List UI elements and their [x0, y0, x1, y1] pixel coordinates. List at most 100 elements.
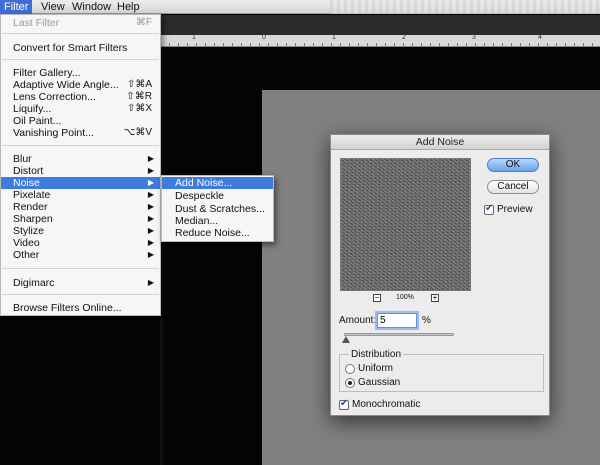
menu-item-filter-gallery[interactable]: Filter Gallery...: [1, 67, 160, 79]
submenu-arrow-icon: ▶: [147, 238, 154, 247]
menu-item-label: Oil Paint...: [13, 115, 62, 127]
menu-item-lens-correction[interactable]: Lens Correction... ⇧⌘R: [1, 91, 160, 103]
ruler-tick: 1: [192, 34, 196, 41]
menu-item-label: Render: [13, 201, 48, 213]
menu-window[interactable]: Window: [68, 0, 115, 14]
menu-view[interactable]: View: [37, 0, 69, 14]
menu-separator: [2, 59, 159, 60]
preview-label: Preview: [497, 204, 533, 215]
uniform-radio[interactable]: [345, 364, 355, 374]
menu-separator: [2, 294, 159, 295]
menu-filter[interactable]: Filter: [0, 0, 33, 14]
gaussian-label: Gaussian: [358, 377, 401, 388]
menu-item-blur[interactable]: Blur ▶: [1, 153, 160, 165]
filter-menu: Last Filter ⌘F Convert for Smart Filters…: [0, 14, 161, 316]
submenu-arrow-icon: ▶: [147, 250, 154, 259]
ok-button[interactable]: OK: [487, 158, 539, 172]
dialog-title[interactable]: Add Noise: [331, 135, 549, 150]
submenu-arrow-icon: ▶: [147, 214, 154, 223]
menu-item-label: Blur: [13, 153, 32, 165]
menu-item-other[interactable]: Other ▶: [1, 249, 160, 261]
amount-slider[interactable]: [344, 333, 454, 336]
add-noise-dialog: Add Noise − 100% + OK Cancel Preview Amo…: [330, 134, 550, 416]
gaussian-radio[interactable]: [345, 378, 355, 388]
menu-item-noise[interactable]: Noise ▶: [1, 177, 160, 189]
submenu-arrow-icon: ▶: [147, 154, 154, 163]
distribution-label: Distribution: [349, 349, 404, 360]
amount-label: Amount:: [339, 315, 377, 326]
ruler-tick: 1: [332, 34, 336, 41]
submenu-item-dust-scratches[interactable]: Dust & Scratches...: [162, 203, 273, 215]
ruler-tick: 3: [472, 34, 476, 41]
shortcut-label: ⌥⌘V: [123, 127, 152, 138]
menu-item-sharpen[interactable]: Sharpen ▶: [1, 213, 160, 225]
menu-item-label: Stylize: [13, 225, 44, 237]
noise-preview[interactable]: [340, 158, 471, 291]
menu-item-oil-paint[interactable]: Oil Paint...: [1, 115, 160, 127]
zoom-in-button[interactable]: +: [431, 294, 439, 302]
menu-item-distort[interactable]: Distort ▶: [1, 165, 160, 177]
menu-item-browse-filters-online[interactable]: Browse Filters Online...: [1, 302, 160, 314]
menu-separator: [2, 145, 159, 146]
horizontal-ruler: 1 0 1 2 3 4: [160, 34, 600, 47]
menu-item-adaptive-wide-angle[interactable]: Adaptive Wide Angle... ⇧⌘A: [1, 79, 160, 91]
menu-item-liquify[interactable]: Liquify... ⇧⌘X: [1, 103, 160, 115]
cancel-button[interactable]: Cancel: [487, 180, 539, 194]
menu-help[interactable]: Help: [113, 0, 144, 14]
menu-item-label: Other: [13, 249, 40, 261]
menu-item-label: Vanishing Point...: [13, 127, 94, 139]
menu-item-label: Distort: [13, 165, 44, 177]
menu-item-label: Liquify...: [13, 103, 52, 115]
submenu-item-reduce-noise[interactable]: Reduce Noise...: [162, 227, 273, 239]
menu-item-stylize[interactable]: Stylize ▶: [1, 225, 160, 237]
submenu-arrow-icon: ▶: [147, 178, 154, 187]
amount-input[interactable]: 5: [377, 313, 417, 328]
menubar-background: [330, 0, 600, 14]
shortcut-label: ⌘F: [135, 17, 152, 28]
submenu-arrow-icon: ▶: [147, 226, 154, 235]
menu-item-label: Video: [13, 237, 40, 249]
menu-item-label: Digimarc: [13, 277, 55, 289]
menu-separator: [2, 33, 159, 34]
ruler-tick: 0: [262, 34, 266, 41]
noise-submenu: Add Noise... Despeckle Dust & Scratches.…: [161, 175, 274, 242]
zoom-out-button[interactable]: −: [373, 294, 381, 302]
menu-item-label: Sharpen: [13, 213, 53, 225]
submenu-item-despeckle[interactable]: Despeckle: [162, 190, 273, 202]
submenu-item-median[interactable]: Median...: [162, 215, 273, 227]
menu-item-label: Adaptive Wide Angle...: [13, 79, 119, 91]
menu-item-digimarc[interactable]: Digimarc ▶: [1, 277, 160, 289]
menu-item-last-filter: Last Filter ⌘F: [1, 17, 160, 29]
submenu-arrow-icon: ▶: [147, 190, 154, 199]
uniform-label: Uniform: [358, 363, 394, 374]
shortcut-label: ⇧⌘R: [126, 91, 152, 102]
ruler-tick: 2: [402, 34, 406, 41]
menu-item-video[interactable]: Video ▶: [1, 237, 160, 249]
amount-slider-thumb[interactable]: [342, 336, 350, 343]
monochromatic-label: Monochromatic: [352, 399, 421, 410]
app-menubar: Filter View Window Help: [0, 0, 600, 14]
menu-item-label: Filter Gallery...: [13, 67, 81, 79]
shortcut-label: ⇧⌘A: [126, 79, 152, 90]
menu-item-render[interactable]: Render ▶: [1, 201, 160, 213]
submenu-arrow-icon: ▶: [147, 166, 154, 175]
zoom-controls: − 100% +: [371, 294, 441, 304]
monochromatic-checkbox[interactable]: [339, 398, 349, 410]
menu-item-convert-smart-filters[interactable]: Convert for Smart Filters: [1, 42, 160, 54]
menu-separator: [2, 268, 159, 269]
zoom-level: 100%: [396, 294, 414, 301]
menu-item-vanishing-point[interactable]: Vanishing Point... ⌥⌘V: [1, 127, 160, 139]
submenu-arrow-icon: ▶: [147, 278, 154, 287]
menu-item-label: Convert for Smart Filters: [13, 42, 128, 54]
submenu-item-add-noise[interactable]: Add Noise...: [162, 177, 273, 189]
submenu-arrow-icon: ▶: [147, 202, 154, 211]
menu-item-label: Pixelate: [13, 189, 51, 201]
preview-checkbox[interactable]: [484, 203, 494, 215]
menu-item-label: Noise: [13, 177, 40, 189]
menu-item-label: Browse Filters Online...: [13, 302, 122, 314]
ruler-tick: 4: [538, 34, 542, 41]
menu-item-pixelate[interactable]: Pixelate ▶: [1, 189, 160, 201]
menu-item-label: Lens Correction...: [13, 91, 96, 103]
menu-item-label: Last Filter: [13, 17, 60, 29]
shortcut-label: ⇧⌘X: [126, 103, 152, 114]
